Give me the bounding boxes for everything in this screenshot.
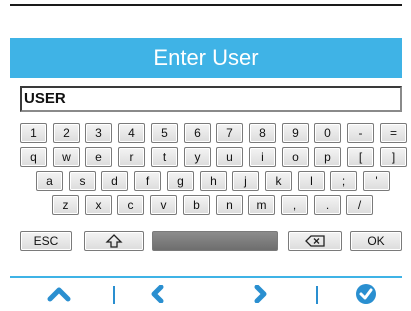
key-4-8[interactable]: , (281, 195, 308, 215)
nav-divider (10, 276, 402, 278)
key-4-4[interactable]: v (150, 195, 177, 215)
key-4-9[interactable]: . (314, 195, 341, 215)
nav-up-button[interactable] (29, 282, 89, 308)
key-2-5[interactable]: t (151, 147, 178, 167)
key-3-11[interactable]: ' (363, 171, 390, 191)
top-divider (10, 4, 402, 6)
nav-left-button[interactable] (128, 282, 188, 308)
nav-separator (113, 286, 115, 304)
key-1-12[interactable]: = (380, 123, 407, 143)
key-3-2[interactable]: s (69, 171, 96, 191)
key-2-3[interactable]: e (85, 147, 112, 167)
key-1-6[interactable]: 6 (184, 123, 211, 143)
key-3-3[interactable]: d (101, 171, 128, 191)
key-3-4[interactable]: f (134, 171, 161, 191)
key-1-7[interactable]: 7 (216, 123, 243, 143)
backspace-icon (305, 235, 325, 247)
chevron-left-icon (151, 285, 164, 303)
key-3-10[interactable]: ; (330, 171, 357, 191)
key-4-3[interactable]: c (117, 195, 144, 215)
chevron-right-icon (254, 285, 267, 303)
key-2-1[interactable]: q (20, 147, 47, 167)
key-1-5[interactable]: 5 (151, 123, 178, 143)
nav-confirm-button[interactable] (336, 282, 396, 308)
key-1-1[interactable]: 1 (20, 123, 47, 143)
key-3-5[interactable]: g (167, 171, 194, 191)
dialog-title: Enter User (10, 38, 402, 78)
chevron-up-icon (47, 287, 71, 302)
key-2-2[interactable]: w (53, 147, 80, 167)
key-1-8[interactable]: 8 (249, 123, 276, 143)
nav-right-button[interactable] (230, 282, 290, 308)
key-4-1[interactable]: z (52, 195, 79, 215)
key-2-11[interactable]: [ (347, 147, 374, 167)
key-2-12[interactable]: ] (380, 147, 407, 167)
key-2-10[interactable]: p (314, 147, 341, 167)
key-3-7[interactable]: j (232, 171, 259, 191)
esc-key[interactable]: ESC (20, 231, 72, 251)
shift-icon (105, 234, 123, 248)
key-3-1[interactable]: a (36, 171, 63, 191)
key-4-6[interactable]: n (216, 195, 243, 215)
key-4-2[interactable]: x (85, 195, 112, 215)
key-1-2[interactable]: 2 (53, 123, 80, 143)
key-2-8[interactable]: i (249, 147, 276, 167)
backspace-key[interactable] (288, 231, 342, 251)
key-3-9[interactable]: l (298, 171, 325, 191)
shift-key[interactable] (84, 231, 144, 251)
check-circle-icon (356, 284, 376, 304)
key-1-9[interactable]: 9 (282, 123, 309, 143)
key-3-8[interactable]: k (265, 171, 292, 191)
ok-key[interactable]: OK (350, 231, 402, 251)
key-2-4[interactable]: r (118, 147, 145, 167)
key-1-11[interactable]: - (347, 123, 374, 143)
key-3-6[interactable]: h (200, 171, 227, 191)
key-4-7[interactable]: m (248, 195, 275, 215)
user-input-field[interactable]: USER (20, 86, 402, 112)
key-1-3[interactable]: 3 (85, 123, 112, 143)
key-1-4[interactable]: 4 (118, 123, 145, 143)
key-2-6[interactable]: y (184, 147, 211, 167)
space-key[interactable] (152, 231, 278, 251)
key-4-10[interactable]: / (346, 195, 373, 215)
key-2-7[interactable]: u (216, 147, 243, 167)
key-1-10[interactable]: 0 (314, 123, 341, 143)
key-4-5[interactable]: b (183, 195, 210, 215)
nav-separator (316, 286, 318, 304)
key-2-9[interactable]: o (282, 147, 309, 167)
